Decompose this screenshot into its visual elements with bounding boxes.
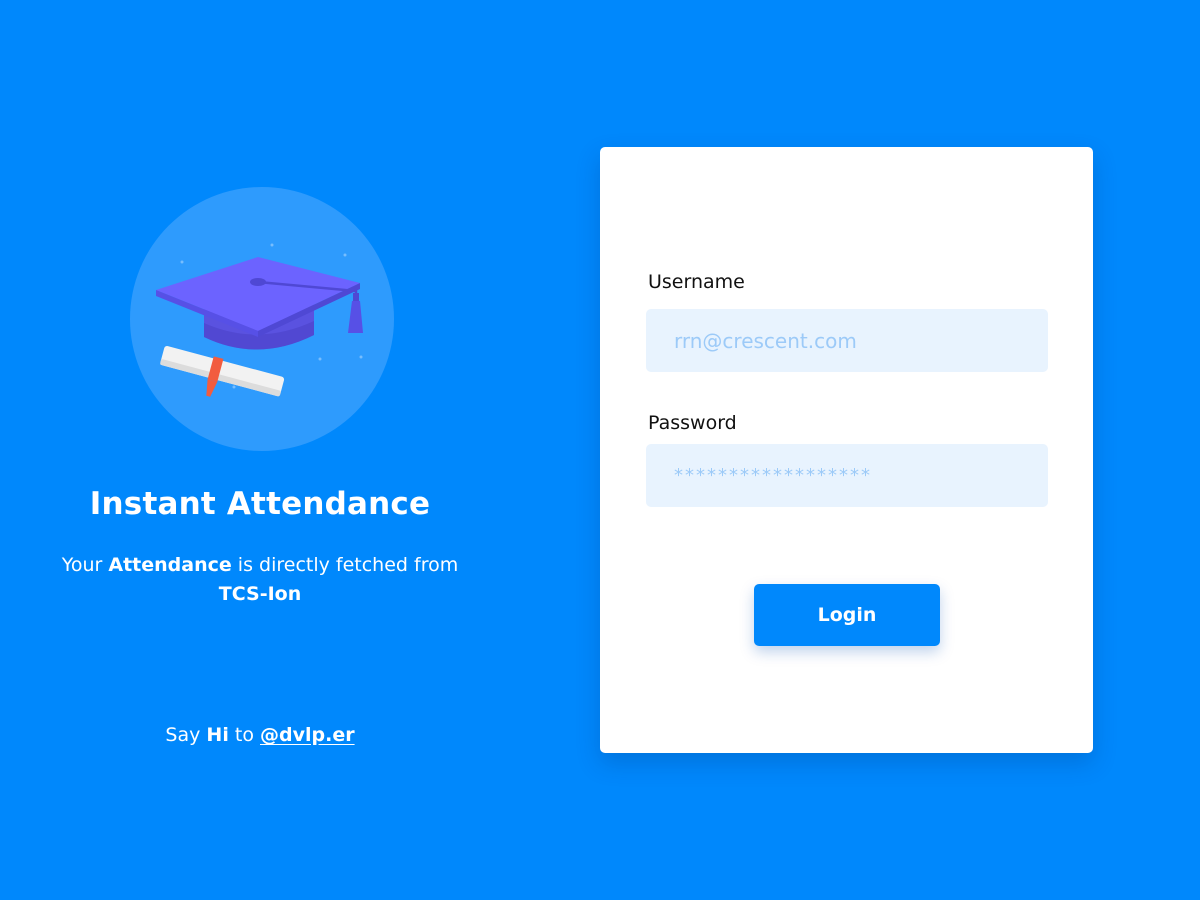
footer-say-hi: Say Hi to @dvlp.er	[60, 724, 460, 746]
graduation-cap-illustration	[130, 187, 394, 451]
password-input[interactable]	[646, 444, 1048, 507]
developer-handle-link[interactable]: @dvlp.er	[260, 724, 355, 746]
graduation-cap-diploma-icon	[130, 187, 394, 451]
say-hi-prefix: Say	[165, 724, 207, 746]
login-button[interactable]: Login	[754, 584, 940, 646]
password-label: Password	[648, 412, 737, 434]
username-label: Username	[648, 271, 745, 293]
say-hi-bold: Hi	[206, 724, 229, 746]
tagline: Your Attendance is directly fetched from…	[60, 551, 460, 609]
login-card: Username Password Login	[600, 147, 1093, 753]
tagline-prefix: Your	[61, 554, 109, 576]
username-input[interactable]	[646, 309, 1048, 372]
login-page: Instant Attendance Your Attendance is di…	[0, 0, 1200, 900]
tagline-bold-source: TCS-Ion	[218, 583, 302, 605]
app-title: Instant Attendance	[89, 486, 431, 522]
tagline-middle: is directly fetched from	[231, 554, 459, 576]
tagline-bold-attendance: Attendance	[108, 554, 232, 576]
say-hi-middle: to	[228, 724, 260, 746]
